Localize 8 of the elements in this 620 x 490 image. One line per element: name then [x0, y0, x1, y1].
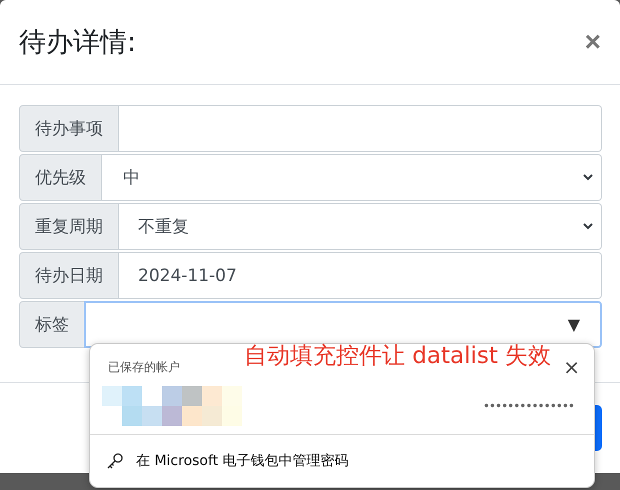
password-dots: ••••••••••••••• [482, 399, 574, 413]
field-label: 待办日期 [19, 252, 119, 299]
field-label: 重复周期 [19, 203, 119, 250]
popup-heading: 已保存的帐户 [108, 358, 180, 376]
field-label: 待办事项 [19, 105, 119, 152]
field-label: 优先级 [19, 154, 102, 201]
dialog-title: 待办详情: [19, 26, 136, 60]
field-label: 标签 [19, 301, 85, 348]
